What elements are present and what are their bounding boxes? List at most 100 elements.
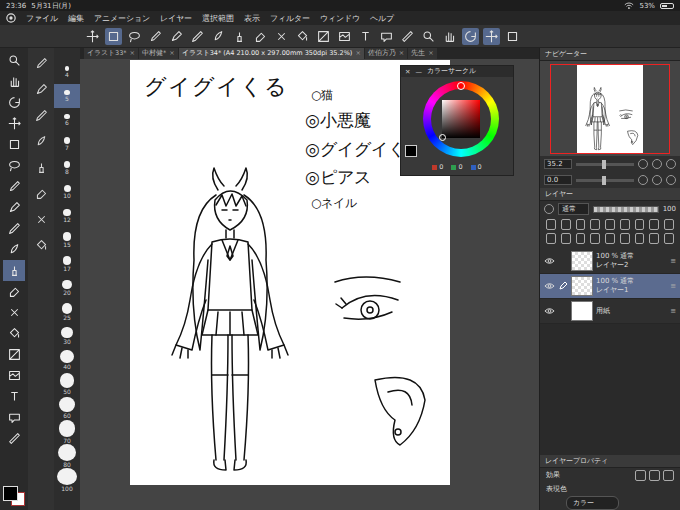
close-button[interactable]: ✕	[405, 68, 410, 76]
color-marker[interactable]	[439, 134, 446, 141]
layer-action-button[interactable]	[576, 233, 586, 244]
tool-button[interactable]	[3, 197, 25, 218]
command-button[interactable]	[231, 28, 248, 45]
tool-button[interactable]	[3, 428, 25, 449]
layer-tool-button[interactable]	[664, 219, 674, 230]
menu-item[interactable]: 表示	[244, 13, 260, 24]
brush-size-item[interactable]: 60	[54, 396, 80, 420]
sub-tool-button[interactable]	[31, 130, 51, 152]
menu-item[interactable]: アニメーション	[94, 13, 150, 24]
zoom-field[interactable]: 35.2	[544, 159, 572, 169]
layer-tool-button[interactable]	[605, 219, 615, 230]
tool-button[interactable]	[3, 50, 25, 71]
angle-field[interactable]: 0.0	[544, 175, 572, 185]
opacity-slider[interactable]	[593, 206, 659, 213]
layer-action-button[interactable]	[620, 233, 630, 244]
color-circle-panel[interactable]: ✕—カラーサークル000	[400, 65, 514, 176]
brush-size-item[interactable]: 30	[54, 324, 80, 348]
layer-row[interactable]: 100 % 通常レイヤー2≡	[540, 249, 680, 274]
tool-button[interactable]	[3, 134, 25, 155]
layer-property-header[interactable]: レイヤープロパティ	[540, 455, 680, 468]
saturation-value-square[interactable]	[442, 100, 480, 138]
layer-tool-button[interactable]	[546, 219, 556, 230]
brush-size-item[interactable]: 7	[54, 132, 80, 156]
command-button[interactable]	[399, 28, 416, 45]
layer-row[interactable]: 100 % 通常レイヤー1≡	[540, 274, 680, 299]
hue-ring[interactable]	[423, 81, 499, 157]
brush-size-item[interactable]: 25	[54, 300, 80, 324]
layer-tool-button[interactable]	[635, 219, 645, 230]
sub-tool-button[interactable]	[31, 52, 51, 74]
panel-title-bar[interactable]: ✕—カラーサークル	[401, 66, 513, 77]
zoom-slider[interactable]	[576, 163, 634, 166]
drag-handle[interactable]: ≡	[670, 257, 676, 265]
document-tab[interactable]: 先生×	[408, 48, 436, 59]
command-button[interactable]	[483, 28, 500, 45]
document-tab[interactable]: 中村健*×	[139, 48, 178, 59]
command-button[interactable]	[168, 28, 185, 45]
blend-mode-dropdown[interactable]: 通常	[558, 203, 589, 215]
tab-close[interactable]: ×	[130, 49, 135, 58]
brush-size-item[interactable]: 8	[54, 156, 80, 180]
layer-action-button[interactable]	[649, 233, 659, 244]
tool-button[interactable]	[3, 386, 25, 407]
brush-size-item[interactable]: 100	[54, 468, 80, 492]
layer-action-button[interactable]	[664, 233, 674, 244]
sub-tool-button[interactable]	[31, 234, 51, 256]
brush-size-item[interactable]: 17	[54, 252, 80, 276]
menu-item[interactable]: ウィンドウ	[320, 13, 360, 24]
tool-button[interactable]	[3, 155, 25, 176]
app-logo-icon[interactable]	[6, 13, 16, 23]
channel-value[interactable]: 0	[451, 163, 462, 171]
tool-button[interactable]	[3, 260, 25, 281]
tool-button[interactable]	[3, 176, 25, 197]
tab-close[interactable]: ×	[355, 49, 360, 58]
zoom-button[interactable]	[652, 159, 662, 169]
sub-tool-button[interactable]	[31, 182, 51, 204]
layer-tool-button[interactable]	[590, 219, 600, 230]
tool-button[interactable]	[3, 71, 25, 92]
menu-item[interactable]: 編集	[68, 13, 84, 24]
drag-handle[interactable]: ≡	[670, 307, 676, 315]
command-button[interactable]	[126, 28, 143, 45]
brush-size-item[interactable]: 80	[54, 444, 80, 468]
view-frame[interactable]	[550, 64, 670, 154]
tool-button[interactable]	[3, 365, 25, 386]
command-button[interactable]	[462, 28, 479, 45]
layer-action-button[interactable]	[605, 233, 615, 244]
color-mode-dropdown[interactable]: カラー	[566, 496, 619, 510]
drag-handle[interactable]: ≡	[670, 282, 676, 290]
sub-tool-button[interactable]	[31, 78, 51, 100]
brush-size-item[interactable]: 20	[54, 276, 80, 300]
command-button[interactable]	[336, 28, 353, 45]
layer-action-button[interactable]	[561, 233, 571, 244]
command-button[interactable]	[147, 28, 164, 45]
tool-button[interactable]	[3, 218, 25, 239]
eye-icon[interactable]	[544, 307, 555, 315]
zoom-button[interactable]	[666, 159, 676, 169]
effect-button[interactable]	[663, 470, 674, 481]
rotate-button[interactable]	[666, 175, 676, 185]
main-color[interactable]	[3, 486, 18, 501]
layer-row[interactable]: 用紙≡	[540, 299, 680, 324]
channel-value[interactable]: 0	[471, 163, 482, 171]
tool-button[interactable]	[3, 113, 25, 134]
menu-item[interactable]: ヘルプ	[370, 13, 394, 24]
layer-tool-button[interactable]	[561, 219, 571, 230]
layer-action-button[interactable]	[635, 233, 645, 244]
zoom-button[interactable]	[638, 159, 648, 169]
menu-item[interactable]: 選択範囲	[202, 13, 234, 24]
hue-marker[interactable]	[457, 82, 465, 90]
command-button[interactable]	[378, 28, 395, 45]
sub-tool-button[interactable]	[31, 156, 51, 178]
command-button[interactable]	[210, 28, 227, 45]
command-button[interactable]	[504, 28, 521, 45]
layer-tool-button[interactable]	[620, 219, 630, 230]
rotate-slider[interactable]	[576, 179, 634, 182]
navigator-header[interactable]: ナビゲーター	[540, 48, 680, 61]
command-button[interactable]	[294, 28, 311, 45]
brush-size-item[interactable]: 5	[54, 84, 80, 108]
eye-icon[interactable]	[544, 282, 555, 290]
tool-button[interactable]	[3, 239, 25, 260]
brush-size-item[interactable]: 15	[54, 228, 80, 252]
